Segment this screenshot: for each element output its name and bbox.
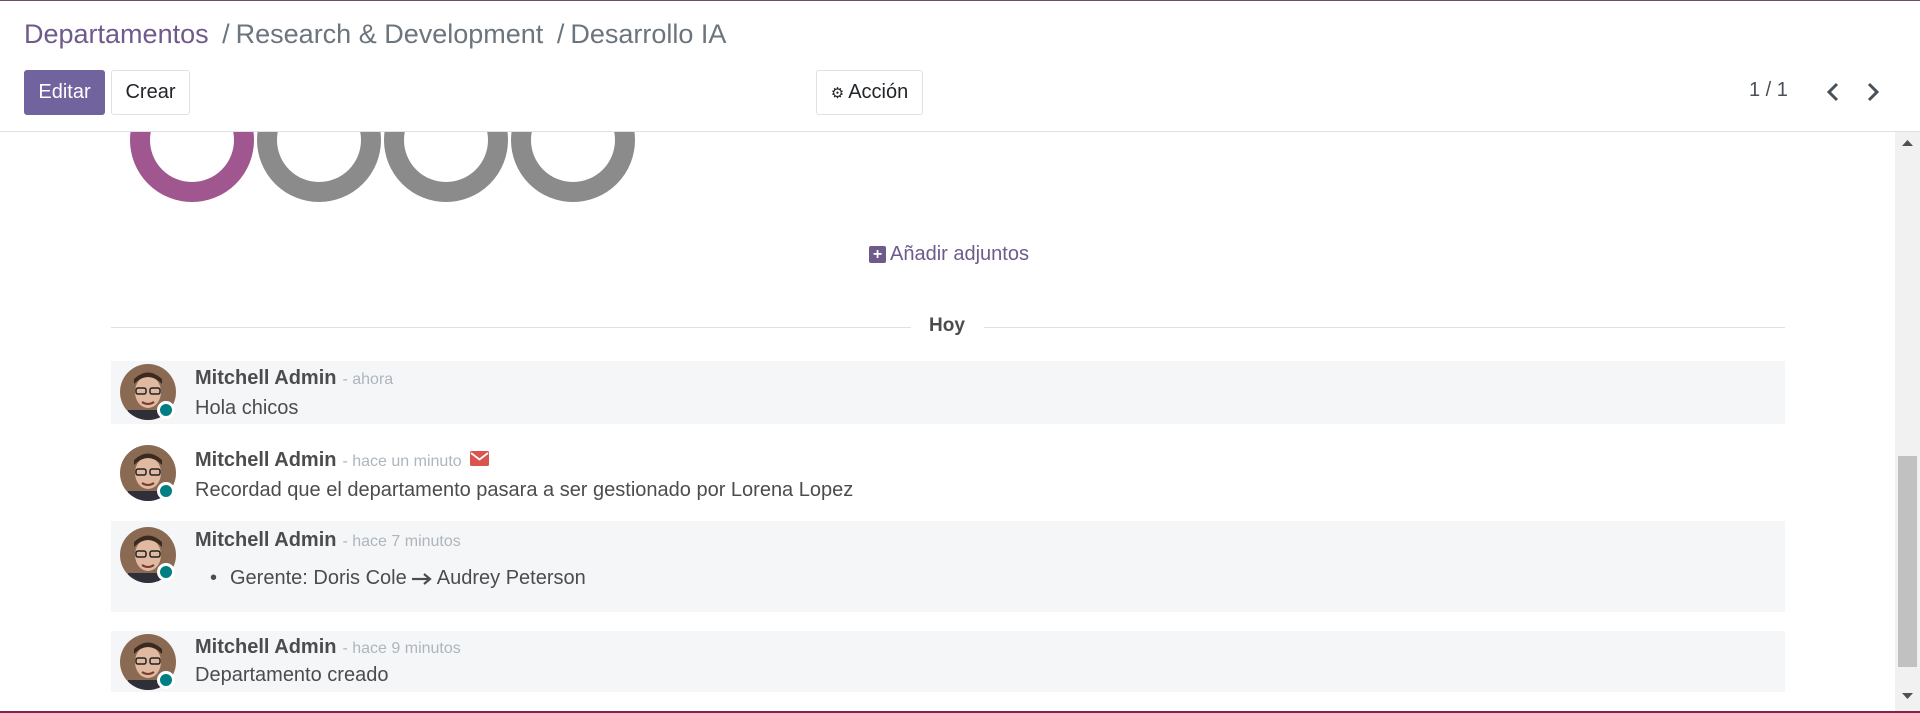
message-body: Departamento creado [195, 664, 389, 686]
pager-previous-button[interactable] [1818, 75, 1848, 109]
ring-active [130, 132, 254, 202]
tracking-field: Gerente: [230, 567, 308, 589]
scrollbar-thumb[interactable] [1898, 456, 1917, 667]
breadcrumb-separator: / [556, 19, 565, 49]
bullet-icon: • [210, 567, 218, 589]
online-status-icon [157, 482, 175, 500]
message-author[interactable]: Mitchell Admin - ahora [195, 367, 393, 390]
form-view: Departamentos / Research & Development / D… [0, 0, 1920, 713]
add-attachments-button[interactable]: + Añadir adjuntos [869, 243, 1029, 266]
author-name: Mitchell Admin [195, 529, 337, 551]
online-status-icon [157, 671, 175, 689]
plus-square-icon: + [869, 246, 886, 263]
breadcrumb-research-development: Research & Development [235, 19, 544, 49]
breadcrumb-separator: / [222, 19, 230, 49]
pager-next-button[interactable] [1858, 75, 1888, 109]
add-attachments-label: Añadir adjuntos [890, 243, 1029, 265]
create-button[interactable]: Crear [111, 70, 190, 115]
message-body: Recordad que el departamento pasara a se… [195, 479, 854, 501]
vertical-scrollbar[interactable] [1895, 132, 1920, 711]
date-separator: Hoy [111, 312, 1785, 342]
breadcrumb: Departamentos / Research & Development / D… [24, 19, 726, 50]
message-time: - ahora [342, 371, 394, 388]
breadcrumb-departamentos[interactable]: Departamentos [24, 19, 209, 49]
pager-value[interactable]: 1 / 1 [1749, 79, 1788, 102]
action-button[interactable]: ⚙ Acción [816, 70, 923, 115]
scroll-up-icon[interactable] [1902, 139, 1913, 147]
chatter-message: Mitchell Admin - hace un minuto Recordad … [111, 444, 1785, 506]
tracking-old-value: Doris Cole [313, 567, 407, 589]
author-name: Mitchell Admin [195, 636, 337, 658]
ring-inactive [384, 132, 508, 202]
message-time: - hace 9 minutos [342, 640, 461, 657]
separator-line [984, 327, 1785, 328]
author-name: Mitchell Admin [195, 367, 337, 389]
envelope-icon[interactable] [469, 449, 489, 472]
message-author[interactable]: Mitchell Admin - hace 9 minutos [195, 636, 461, 659]
chatter-message: Mitchell Admin - ahora Hola chicos [111, 361, 1785, 424]
ring-inactive [257, 132, 381, 202]
chevron-right-icon [1867, 82, 1880, 102]
control-panel: Departamentos / Research & Development / D… [0, 1, 1920, 132]
online-status-icon [157, 401, 175, 419]
edit-button[interactable]: Editar [24, 70, 105, 115]
date-separator-label: Hoy [929, 315, 965, 336]
action-label: Acción [848, 81, 909, 103]
separator-line [111, 327, 911, 328]
tracking-new-value: Audrey Peterson [436, 567, 586, 589]
arrow-right-icon [412, 572, 433, 585]
message-author[interactable]: Mitchell Admin - hace 7 minutos [195, 529, 461, 552]
ring-inactive [511, 132, 635, 202]
form-content: + Añadir adjuntos Hoy Mitchell Admin - a… [0, 132, 1920, 711]
author-name: Mitchell Admin [195, 449, 337, 471]
online-status-icon [157, 563, 175, 581]
chevron-left-icon [1826, 82, 1839, 102]
chatter-message: Mitchell Admin - hace 7 minutos • Gerente… [111, 521, 1785, 612]
message-time: - hace 7 minutos [342, 533, 461, 550]
breadcrumb-current: Desarrollo IA [570, 19, 727, 49]
tracking-value-item: • Gerente: Doris Cole Audrey Peterson [210, 567, 586, 590]
message-time: - hace un minuto [342, 453, 462, 470]
scroll-down-icon[interactable] [1902, 692, 1913, 700]
message-author[interactable]: Mitchell Admin - hace un minuto [195, 449, 489, 472]
chatter-message: Mitchell Admin - hace 9 minutos Departame… [111, 631, 1785, 692]
gear-icon: ⚙ [830, 84, 845, 102]
message-body: Hola chicos [195, 397, 299, 419]
